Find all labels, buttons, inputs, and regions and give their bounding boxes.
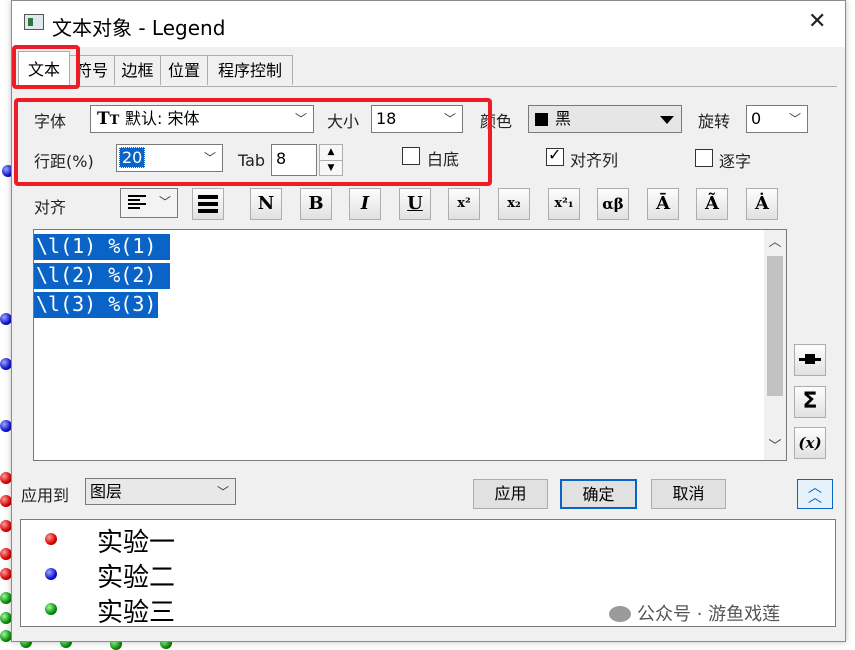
tab-label: 位置 (167, 61, 200, 80)
dot-accent-button[interactable]: Ȧ (746, 188, 778, 220)
per-char-checkbox[interactable] (695, 149, 713, 167)
legend-marker (45, 533, 57, 545)
legend-label: 实验三 (97, 598, 176, 628)
tilde-button[interactable]: Ã (696, 188, 728, 220)
ok-button[interactable]: 确定 (560, 479, 637, 509)
scroll-down-icon[interactable]: ﹀ (764, 434, 786, 460)
close-icon[interactable]: ✕ (808, 9, 826, 34)
chevron-down-icon: ﹀ (216, 485, 229, 499)
watermark: 公众号 · 游鱼戏莲 (609, 600, 780, 626)
tab-label: 边框 (121, 61, 154, 80)
color-value: 黑 (555, 109, 572, 128)
insert-symbol-button[interactable] (794, 344, 826, 376)
align-select[interactable]: ﹀ (120, 188, 178, 218)
function-x-icon: (x) (798, 434, 822, 452)
supersub-button[interactable]: x²₁ (548, 188, 580, 220)
tab-label: 符号 (75, 61, 108, 80)
tab-program-control[interactable]: 程序控制 (207, 55, 293, 85)
line-style-icon (198, 195, 218, 213)
double-chevron-up-icon: ︿ ︿ (808, 480, 822, 506)
highlight-box-settings (14, 98, 492, 186)
greek-button[interactable]: αβ (597, 188, 629, 220)
window-title: 文本对象 - Legend (52, 16, 226, 40)
chevron-down-icon: ﹀ (788, 112, 801, 126)
align-label: 对齐 (34, 198, 67, 217)
normal-format-button[interactable]: N (250, 188, 282, 220)
legend-preview: 实验一 实验二 实验三 公众号 · 游鱼戏莲 (20, 519, 836, 628)
app-icon (24, 14, 44, 30)
checkmark-icon: ✓ (548, 145, 562, 164)
per-char-label: 逐字 (719, 152, 752, 171)
editor-line: \l(2) %(2) (34, 261, 171, 290)
apply-button[interactable]: 应用 (473, 479, 548, 509)
apply-to-select[interactable]: 图层 ﹀ (85, 478, 236, 505)
apply-to-label: 应用到 (21, 486, 70, 505)
text-editor[interactable]: \l(1) %(1) \l(2) %(2) \l(3) %(3) ︿ ﹀ (33, 229, 787, 461)
line-style-button[interactable] (192, 188, 224, 220)
align-columns-checkbox[interactable]: ✓ (546, 145, 564, 166)
scroll-thumb[interactable] (767, 256, 783, 396)
sigma-icon: Σ (802, 389, 818, 414)
sum-button[interactable]: Σ (794, 386, 826, 418)
overbar-button[interactable]: Ā (647, 188, 679, 220)
legend-marker (45, 568, 57, 580)
align-columns-label: 对齐列 (570, 151, 619, 170)
title-bar: 文本对象 - Legend ✕ (12, 1, 845, 47)
rotate-select[interactable]: 0 ﹀ (746, 105, 808, 133)
color-swatch (535, 113, 548, 126)
legend-marker (45, 603, 57, 615)
color-select[interactable]: 黑 (528, 105, 682, 133)
scroll-up-icon[interactable]: ︿ (764, 230, 786, 256)
cancel-button[interactable]: 取消 (651, 479, 726, 509)
vertical-scrollbar[interactable]: ︿ ﹀ (764, 230, 786, 460)
text-object-dialog: 文本对象 - Legend ✕ 文本 符号 边框 位置 程序控制 字体 TT 默… (11, 0, 846, 642)
tab-position[interactable]: 位置 (160, 55, 208, 85)
collapse-button[interactable]: ︿ ︿ (797, 479, 833, 509)
underline-button[interactable]: U (399, 188, 431, 220)
superscript-button[interactable]: x² (448, 188, 480, 220)
tab-border[interactable]: 边框 (114, 55, 161, 85)
editor-line: \l(1) %(1) (34, 232, 171, 261)
rotate-value: 0 (751, 109, 762, 128)
bold-button[interactable]: B (300, 188, 332, 220)
editor-line: \l(3) %(3) (34, 292, 159, 318)
wechat-icon (609, 606, 631, 622)
rotate-label: 旋转 (698, 112, 731, 131)
function-button[interactable]: (x) (794, 427, 826, 459)
highlight-box-tab (12, 45, 80, 89)
tab-label: 程序控制 (217, 61, 282, 80)
italic-button[interactable]: I (349, 188, 381, 220)
align-left-icon (128, 195, 146, 209)
chevron-down-icon: ﹀ (158, 195, 171, 209)
legend-label: 实验二 (97, 563, 176, 593)
apply-to-value: 图层 (90, 482, 123, 501)
legend-label: 实验一 (97, 528, 176, 558)
subscript-button[interactable]: x₂ (498, 188, 530, 220)
dropdown-arrow-icon (660, 116, 674, 124)
